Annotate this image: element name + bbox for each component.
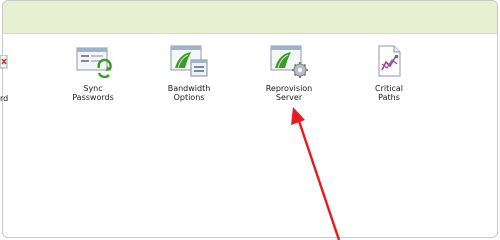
partial-tool-label[interactable]: rd [0,94,8,103]
reprovision-server-button[interactable]: Reprovision Server [244,44,334,102]
partial-tool-icon[interactable] [0,55,8,69]
critical-paths-label: Critical Paths [375,84,403,102]
bandwidth-options-icon [170,45,208,77]
sync-passwords-label: Sync Passwords [72,84,114,102]
reprovision-server-icon [270,45,308,78]
sync-passwords-icon [76,47,112,79]
dialog-frame [2,0,498,238]
critical-paths-button[interactable]: Critical Paths [344,44,434,102]
critical-paths-icon [378,45,401,77]
sync-passwords-button[interactable]: Sync Passwords [48,44,138,102]
header-band [3,1,497,34]
bandwidth-options-button[interactable]: Bandwidth Options [144,44,234,102]
reprovision-server-label: Reprovision Server [265,84,313,102]
bandwidth-options-label: Bandwidth Options [167,84,211,102]
